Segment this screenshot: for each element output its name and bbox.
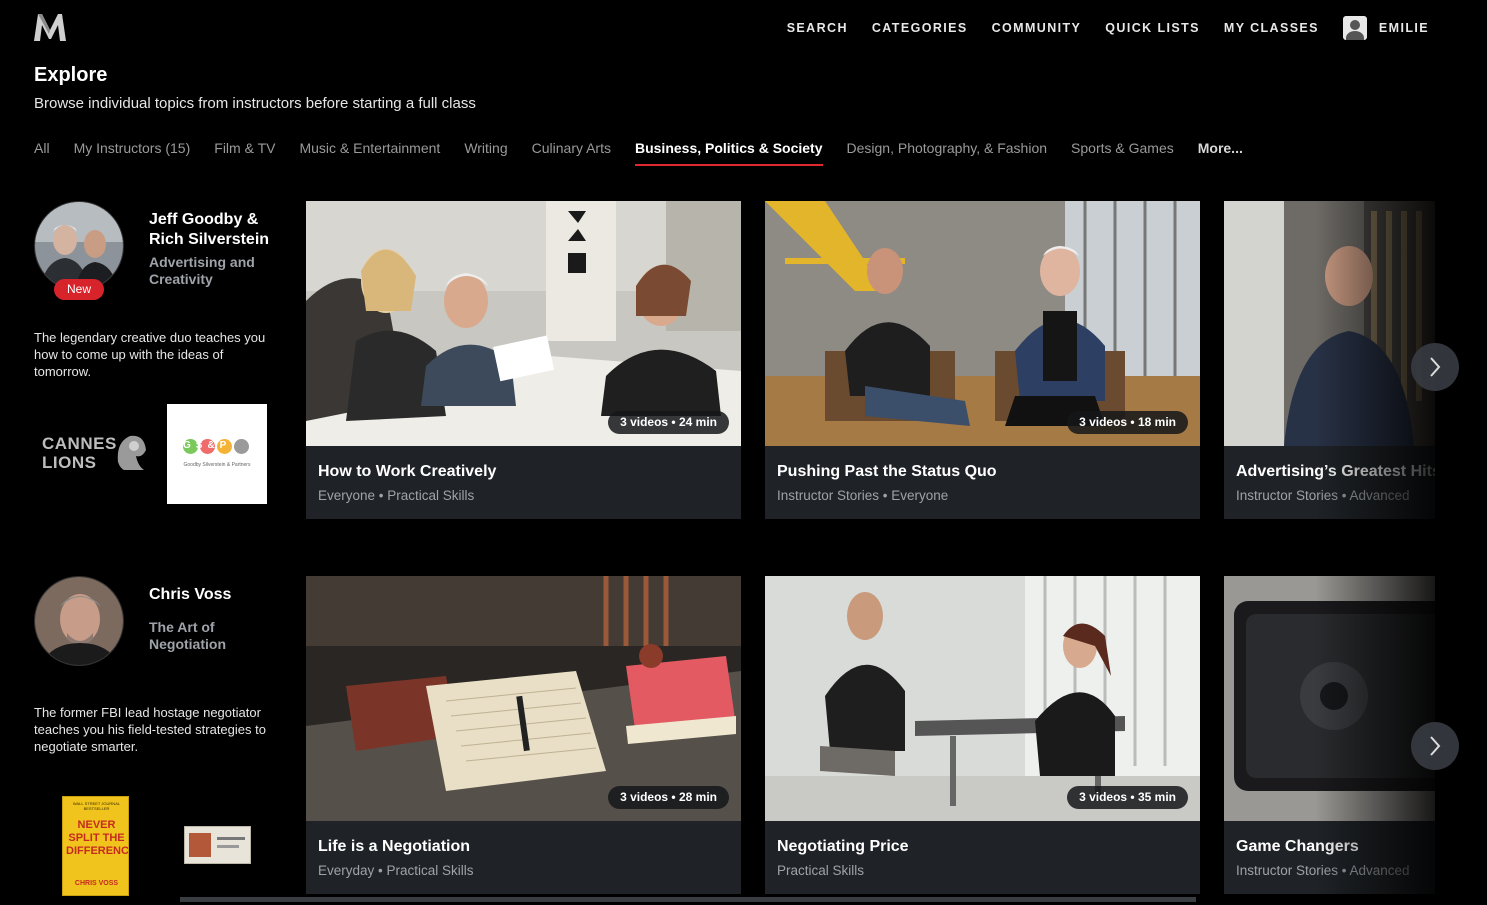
page-title: Explore [34, 64, 108, 86]
main-nav: SEARCH CATEGORIES COMMUNITY QUICK LISTS … [763, 14, 1429, 42]
instructor-row: Chris Voss The Art of Negotiation The fo… [0, 575, 1487, 905]
lesson-thumbnail [306, 576, 741, 821]
lesson-thumbnail [1224, 201, 1435, 446]
book-thumbnail [184, 826, 251, 864]
tab-more[interactable]: More... [1198, 140, 1243, 166]
lesson-meta: Practical Skills [777, 863, 865, 878]
nav-community[interactable]: COMMUNITY [992, 21, 1082, 35]
lesson-card[interactable]: Game Changers Instructor Stories • Advan… [1224, 576, 1435, 894]
instructor-description: The legendary creative duo teaches you h… [34, 330, 266, 379]
lesson-title: Life is a Negotiation [318, 838, 471, 855]
lesson-title: Advertising’s Greatest Hits [1236, 463, 1435, 480]
video-duration-badge: 3 videos • 35 min [1067, 786, 1188, 809]
instructor-topic: Advertising and Creativity [149, 254, 255, 287]
lesson-thumbnail [765, 201, 1200, 446]
tab-sports-games[interactable]: Sports & Games [1071, 140, 1174, 166]
instructor-name[interactable]: Chris Voss [149, 585, 284, 605]
tab-my-instructors[interactable]: My Instructors (15) [74, 140, 191, 166]
lesson-carousel: 3 videos • 24 min How to Work Creatively… [306, 201, 1435, 519]
category-tabs: All My Instructors (15) Film & TV Music … [34, 140, 1267, 166]
user-avatar-icon [1342, 16, 1367, 40]
tab-film-tv[interactable]: Film & TV [214, 140, 275, 166]
instructor-panel: Chris Voss The Art of Negotiation The fo… [34, 575, 284, 896]
video-duration-badge: 3 videos • 28 min [608, 786, 729, 809]
carousel-next-button[interactable] [1411, 722, 1459, 770]
chevron-right-icon [1430, 736, 1441, 756]
nav-categories[interactable]: CATEGORIES [872, 21, 968, 35]
tab-music-entertainment[interactable]: Music & Entertainment [299, 140, 440, 166]
video-duration-badge: 3 videos • 18 min [1067, 411, 1188, 434]
page-subtitle: Browse individual topics from instructor… [34, 95, 476, 112]
chevron-right-icon [1430, 357, 1441, 377]
lesson-meta: Everyone • Practical Skills [318, 488, 475, 503]
top-navigation: SEARCH CATEGORIES COMMUNITY QUICK LISTS … [0, 0, 1487, 56]
tab-all[interactable]: All [34, 140, 50, 166]
lesson-card[interactable]: 3 videos • 24 min How to Work Creatively… [306, 201, 741, 519]
tab-writing[interactable]: Writing [464, 140, 507, 166]
lesson-thumbnail [306, 201, 741, 446]
lesson-meta: Everyday • Practical Skills [318, 863, 474, 878]
carousel-next-button[interactable] [1411, 343, 1459, 391]
lesson-thumbnail [1224, 576, 1435, 821]
lesson-title: Pushing Past the Status Quo [777, 463, 997, 480]
instructor-portrait[interactable] [34, 576, 124, 666]
lesson-title: Game Changers [1236, 838, 1359, 855]
instructor-portrait[interactable] [34, 201, 124, 291]
masterclass-logo[interactable] [33, 12, 67, 42]
tab-culinary-arts[interactable]: Culinary Arts [532, 140, 611, 166]
lesson-title: How to Work Creatively [318, 463, 497, 480]
instructor-topic: The Art of Negotiation [149, 619, 226, 652]
nav-my-classes[interactable]: MY CLASSES [1224, 21, 1319, 35]
nav-quick-lists[interactable]: QUICK LISTS [1105, 21, 1200, 35]
lesson-card[interactable]: 3 videos • 18 min Pushing Past the Statu… [765, 201, 1200, 519]
instructor-row: New Jeff Goodby & Rich Silverstein Adver… [0, 200, 1487, 530]
lesson-card[interactable]: 3 videos • 35 min Negotiating Price Prac… [765, 576, 1200, 894]
lesson-card[interactable]: 3 videos • 28 min Life is a Negotiation … [306, 576, 741, 894]
tab-design-photography-fashion[interactable]: Design, Photography, & Fashion [847, 140, 1048, 166]
instructor-name[interactable]: Jeff Goodby & Rich Silverstein [149, 210, 284, 250]
book-cover: WALL STREET JOURNAL BESTSELLER NEVER SPL… [62, 796, 129, 896]
cannes-lions-logo: CANNES LIONS [42, 430, 152, 478]
tab-business-politics-society[interactable]: Business, Politics & Society [634, 140, 823, 166]
gsp-logo: GS&P Goodby Silverstein & Partners [167, 404, 267, 504]
new-badge: New [54, 279, 104, 300]
user-menu[interactable]: EMILIE [1342, 16, 1429, 40]
user-name: EMILIE [1378, 21, 1429, 35]
instructor-panel: New Jeff Goodby & Rich Silverstein Adver… [34, 200, 284, 520]
lesson-card[interactable]: Advertising’s Greatest Hits Instructor S… [1224, 201, 1435, 519]
lesson-carousel: 3 videos • 28 min Life is a Negotiation … [306, 576, 1435, 894]
lesson-thumbnail [765, 576, 1200, 821]
lesson-title: Negotiating Price [777, 838, 909, 855]
lesson-meta: Instructor Stories • Advanced [1236, 488, 1410, 503]
video-duration-badge: 3 videos • 24 min [608, 411, 729, 434]
nav-search[interactable]: SEARCH [787, 21, 848, 35]
instructor-description: The former FBI lead hostage negotiator t… [34, 705, 266, 754]
lesson-meta: Instructor Stories • Everyone [777, 488, 949, 503]
lesson-meta: Instructor Stories • Advanced [1236, 863, 1410, 878]
horizontal-scrollbar[interactable] [180, 897, 1196, 902]
